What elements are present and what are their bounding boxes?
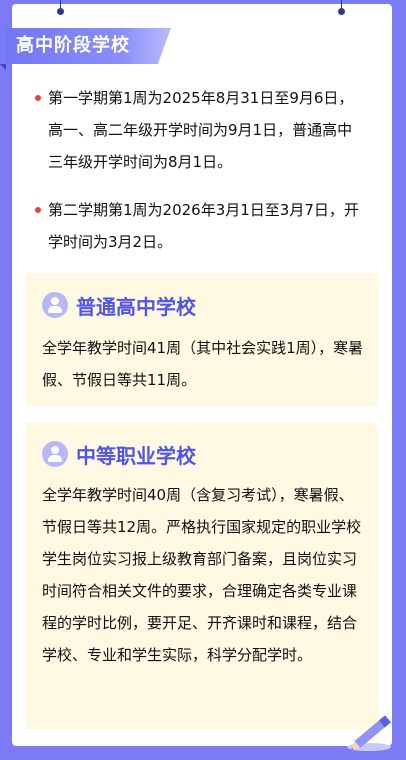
bullet-text: 第二学期第1周为2026年3月1日至3月7日，开学时间为3月2日。 (48, 201, 359, 251)
person-icon (42, 441, 68, 467)
box-title: 普通高中学校 (76, 294, 196, 319)
pin-icon (57, 0, 64, 15)
info-box-vocational: 中等职业学校 全学年教学时间40周（含复习考试），寒暑假、节假日等共12周。严格… (26, 422, 378, 730)
list-item: 第一学期第1周为2025年8月31日至9月6日，高一、高二年级开学时间为9月1日… (35, 82, 366, 178)
pencil-icon (347, 715, 391, 751)
box-title: 中等职业学校 (76, 443, 196, 468)
box-text: 全学年教学时间40周（含复习考试），寒暑假、节假日等共12周。严格执行国家规定的… (42, 486, 362, 664)
bullet-dot-icon (35, 207, 41, 213)
bullet-text: 第一学期第1周为2025年8月31日至9月6日，高一、高二年级开学时间为9月1日… (48, 89, 354, 171)
pin-icon (338, 0, 345, 15)
info-box-general: 普通高中学校 全学年教学时间41周（其中社会实践1周），寒暑假、节假日等共11周… (26, 273, 378, 406)
list-item: 第二学期第1周为2026年3月1日至3月7日，开学时间为3月2日。 (35, 194, 366, 258)
bullet-dot-icon (35, 95, 41, 101)
box-text: 全学年教学时间41周（其中社会实践1周），寒暑假、节假日等共11周。 (42, 339, 364, 389)
banner-fold (0, 64, 6, 70)
section-title: 高中阶段学校 (16, 35, 130, 56)
person-icon (42, 292, 68, 318)
